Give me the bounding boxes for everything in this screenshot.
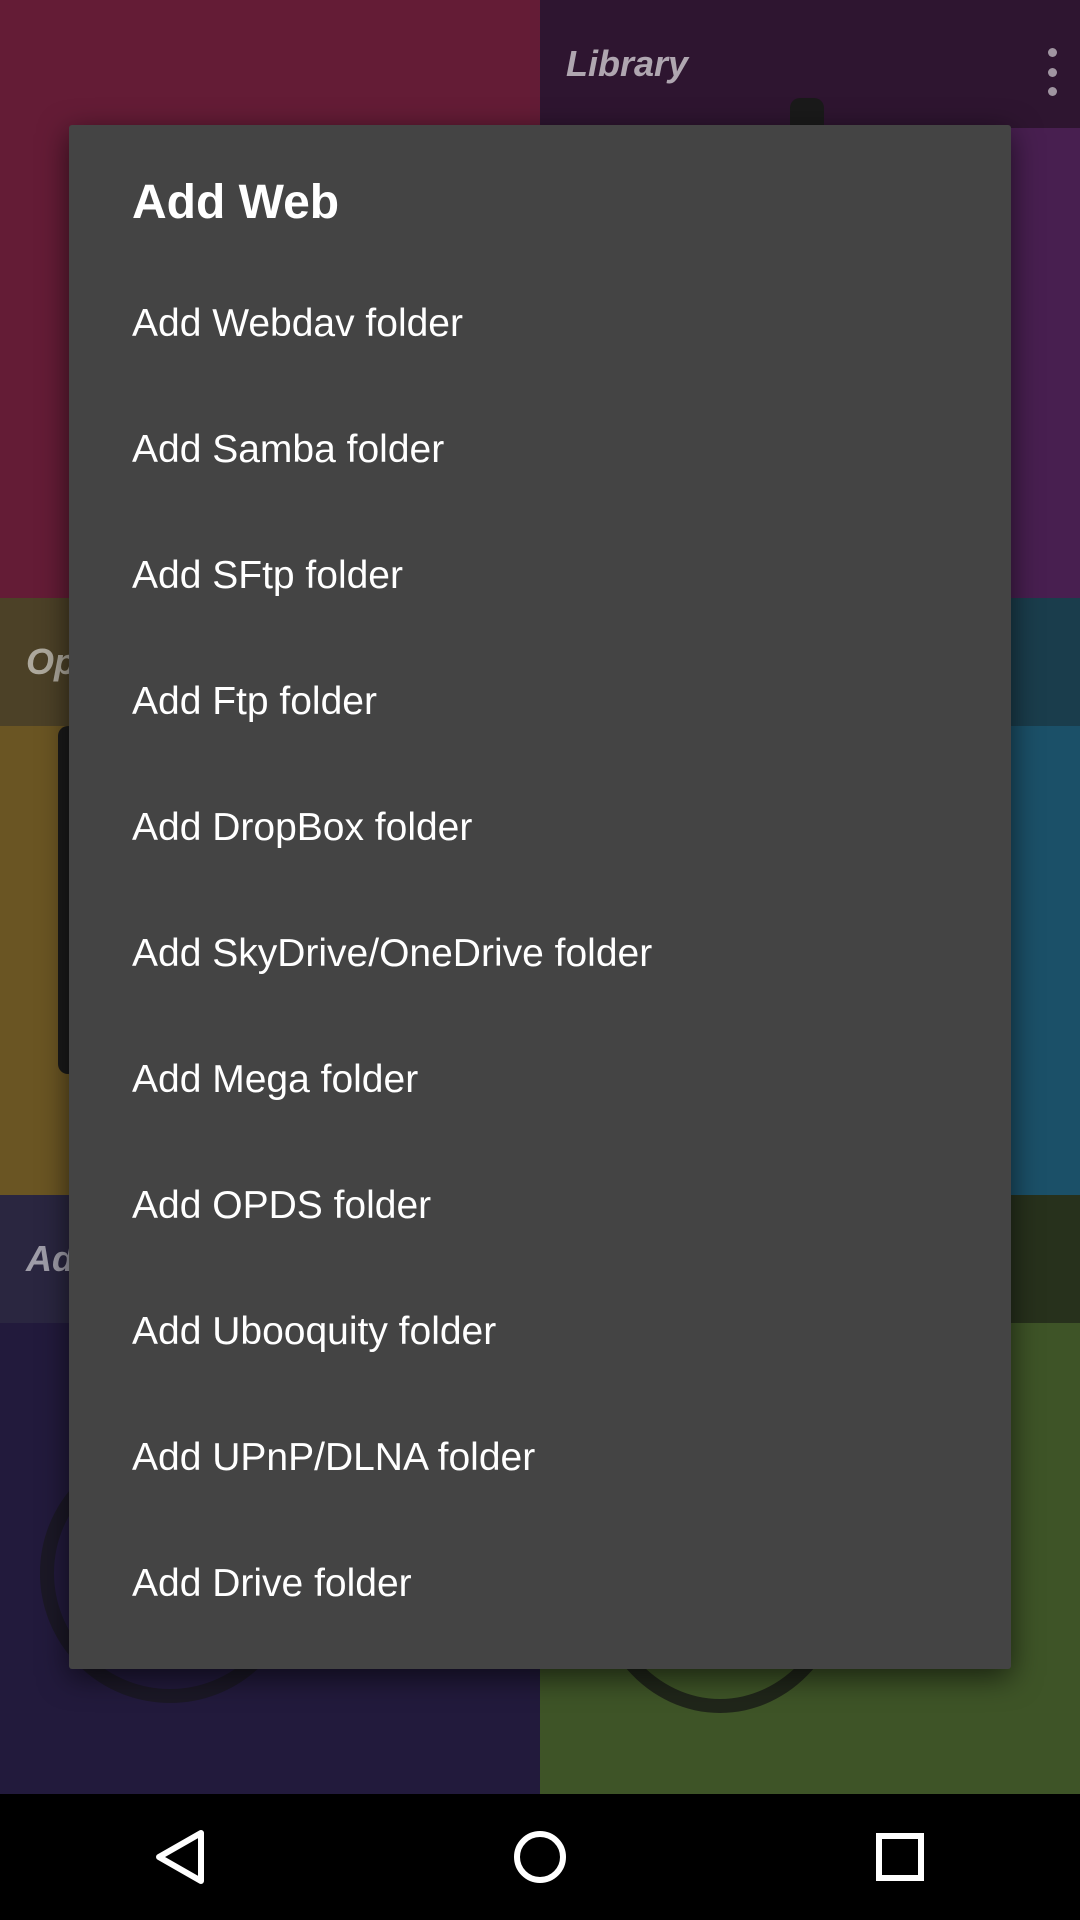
library-label: Library [566, 43, 689, 84]
menu-item-drive[interactable]: Add Drive folder [69, 1521, 1011, 1647]
menu-item-upnp-dlna[interactable]: Add UPnP/DLNA folder [69, 1395, 1011, 1521]
add-web-menu: Add Webdav folder Add Samba folder Add S… [69, 261, 1011, 1647]
home-icon [514, 1831, 566, 1883]
menu-item-sftp[interactable]: Add SFtp folder [69, 513, 1011, 639]
menu-item-samba[interactable]: Add Samba folder [69, 387, 1011, 513]
left-low-label: Ad [26, 1238, 74, 1279]
back-button[interactable] [117, 1794, 243, 1920]
menu-item-opds[interactable]: Add OPDS folder [69, 1143, 1011, 1269]
menu-item-onedrive[interactable]: Add SkyDrive/OneDrive folder [69, 891, 1011, 1017]
home-button[interactable] [477, 1794, 603, 1920]
recents-button[interactable] [837, 1794, 963, 1920]
menu-item-ftp[interactable]: Add Ftp folder [69, 639, 1011, 765]
menu-item-dropbox[interactable]: Add DropBox folder [69, 765, 1011, 891]
back-icon [156, 1830, 204, 1884]
menu-item-ubooquity[interactable]: Add Ubooquity folder [69, 1269, 1011, 1395]
add-web-dialog: Add Web Add Webdav folder Add Samba fold… [69, 125, 1011, 1669]
navigation-bar [0, 1794, 1080, 1920]
menu-item-mega[interactable]: Add Mega folder [69, 1017, 1011, 1143]
recents-icon [876, 1833, 924, 1881]
dialog-title: Add Web [132, 176, 340, 229]
menu-item-webdav[interactable]: Add Webdav folder [69, 261, 1011, 387]
overflow-menu-icon[interactable] [1042, 48, 1062, 96]
